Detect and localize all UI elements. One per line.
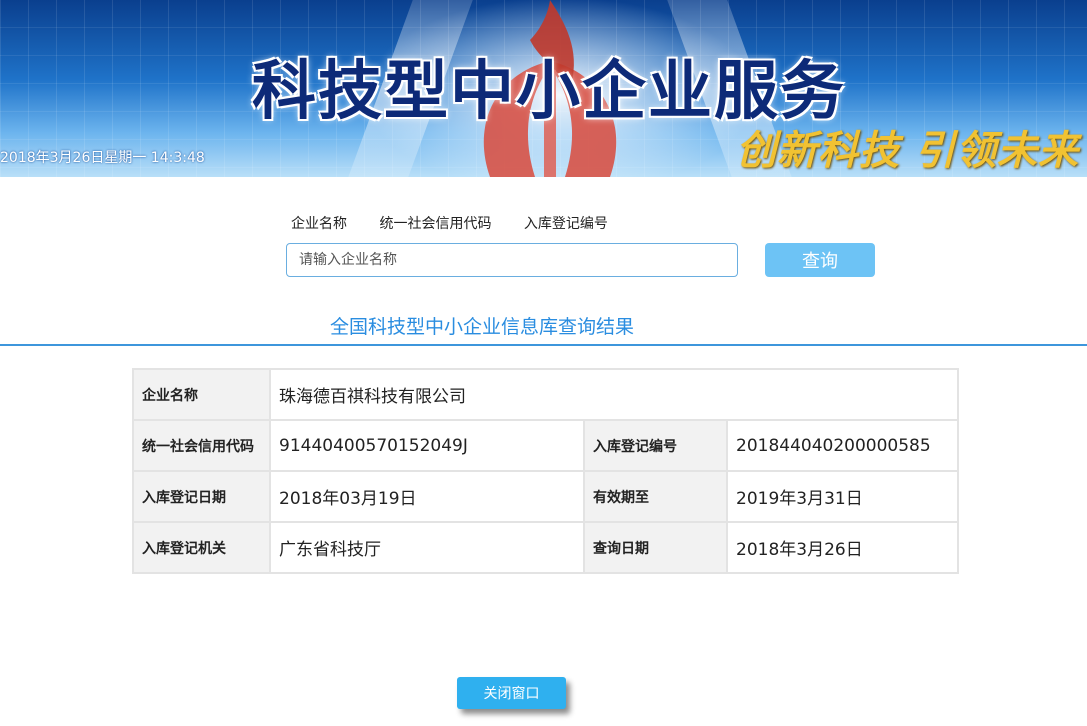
company-info-table: 企业名称 珠海德百祺科技有限公司 统一社会信用代码 91440400570152…	[132, 368, 960, 574]
close-window-button[interactable]: 关闭窗口	[457, 677, 566, 709]
registration-date-label: 入库登记日期	[132, 470, 271, 523]
table-row: 企业名称 珠海德百祺科技有限公司	[132, 368, 960, 421]
query-date-value: 2018年3月26日	[725, 521, 960, 574]
company-name-value: 珠海德百祺科技有限公司	[268, 368, 960, 421]
table-row: 入库登记日期 2018年03月19日 有效期至 2019年3月31日	[132, 470, 960, 523]
credit-code-value: 91440400570152049J	[269, 419, 585, 472]
tab-company-name[interactable]: 企业名称	[291, 213, 347, 233]
credit-code-label: 统一社会信用代码	[132, 419, 271, 472]
search-button[interactable]: 查询	[765, 243, 875, 277]
registration-no-label: 入库登记编号	[583, 419, 728, 472]
result-title: 全国科技型中小企业信息库查询结果	[330, 316, 635, 338]
company-name-label: 企业名称	[132, 368, 271, 421]
valid-until-value: 2019年3月31日	[725, 470, 960, 523]
section-divider	[0, 344, 1087, 346]
search-input[interactable]	[286, 243, 738, 277]
registration-date-value: 2018年03月19日	[269, 470, 585, 523]
tab-registration-no[interactable]: 入库登记编号	[524, 213, 608, 233]
tab-credit-code[interactable]: 统一社会信用代码	[379, 213, 491, 233]
current-datetime: 2018年3月26日星期一 14:3:48	[0, 150, 205, 166]
query-date-label: 查询日期	[583, 521, 728, 574]
valid-until-label: 有效期至	[583, 470, 728, 523]
table-row: 入库登记机关 广东省科技厅 查询日期 2018年3月26日	[132, 521, 960, 574]
registration-authority-value: 广东省科技厅	[269, 521, 585, 574]
banner-slogan: 创新科技 引领未来	[736, 127, 1079, 174]
registration-no-value: 201844040200000585	[725, 419, 960, 472]
header-banner: 科技型中小企业服务 创新科技 引领未来 2018年3月26日星期一 14:3:4…	[0, 0, 1087, 177]
registration-authority-label: 入库登记机关	[132, 521, 271, 574]
table-row: 统一社会信用代码 91440400570152049J 入库登记编号 20184…	[132, 419, 960, 472]
search-type-tabs: 企业名称 统一社会信用代码 入库登记编号	[291, 213, 636, 233]
